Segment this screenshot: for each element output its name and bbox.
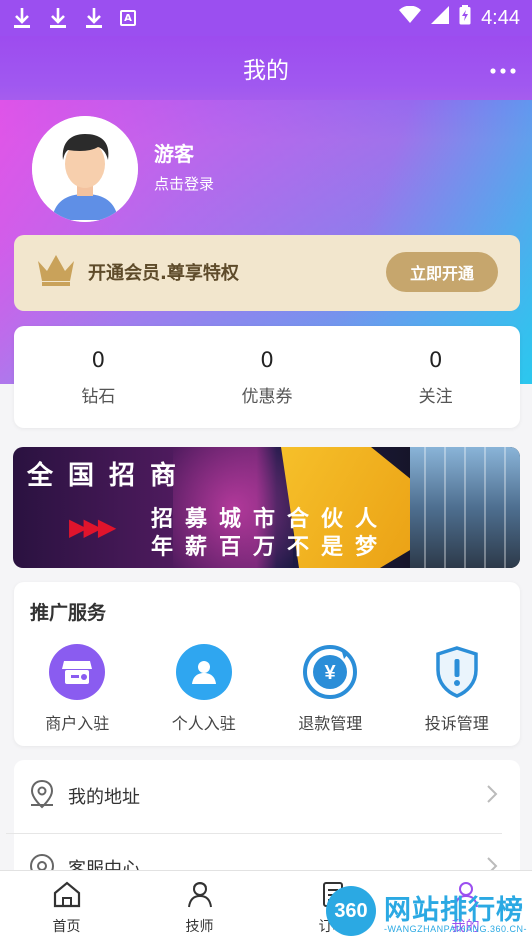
vip-text: 开通会员.尊享特权 [88, 263, 239, 284]
menu-item-address[interactable]: 我的地址 [14, 760, 520, 832]
triple-arrow-icon: ▶▶▶ [69, 513, 116, 541]
watermark-logo: 360 [326, 886, 376, 936]
promo-banner[interactable]: 全国招商 ▶▶▶ 招募城市合伙人 年薪百万不是梦 [13, 447, 520, 568]
nav-bar: 我的 [0, 36, 532, 100]
signal-icon [431, 6, 450, 30]
avatar[interactable] [32, 116, 138, 222]
crown-icon [36, 253, 76, 291]
svg-text:¥: ¥ [325, 662, 337, 684]
download-icon [84, 6, 104, 30]
font-a-icon: A [120, 10, 136, 26]
item-label: 商户入驻 [45, 714, 110, 733]
status-time: 4:44 [481, 6, 520, 29]
stat-value: 0 [260, 347, 274, 372]
tab-home[interactable]: 首页 [0, 871, 133, 944]
item-label: 退款管理 [298, 714, 363, 733]
stat-following[interactable]: 0 关注 [351, 326, 520, 428]
vip-card[interactable]: 开通会员.尊享特权 立即开通 [14, 235, 520, 311]
menu-label: 我的地址 [68, 787, 140, 808]
banner-title: 全国招商 [27, 461, 192, 491]
watermark-text: 网站排行榜 [384, 895, 524, 926]
divider [6, 833, 502, 834]
tab-technician[interactable]: 技师 [133, 871, 266, 944]
store-icon [49, 644, 106, 700]
item-label: 个人入驻 [171, 714, 236, 733]
watermark: 360 网站排行榜 -WANGZHANPAIHANG.360.CN- [322, 880, 532, 944]
complaint-shield-icon [428, 644, 485, 700]
stat-value: 0 [428, 347, 443, 372]
home-icon [52, 880, 82, 912]
promo-services-card: 推广服务 商户入驻 个人入驻 ¥ 退款管理 投诉管理 [14, 582, 520, 746]
refund-icon: ¥ [302, 644, 359, 700]
stat-label: 钻石 [81, 386, 116, 407]
user-name: 游客 [154, 142, 194, 166]
tab-label: 首页 [52, 918, 81, 935]
status-bar: A 4:44 [0, 0, 532, 36]
banner-line2: 年薪百万不是梦 [151, 535, 390, 560]
personal-entry-item[interactable]: 个人入驻 [141, 644, 268, 734]
download-icon [48, 6, 68, 30]
activate-vip-button[interactable]: 立即开通 [386, 252, 498, 292]
stat-label: 优惠券 [241, 386, 293, 407]
tab-label: 技师 [185, 918, 214, 935]
person-icon [175, 644, 232, 700]
stat-coupons[interactable]: 0 优惠券 [183, 326, 352, 428]
location-icon [28, 779, 56, 813]
stats-card: 0 钻石 0 优惠券 0 关注 [14, 326, 520, 428]
more-dots-icon[interactable] [490, 58, 516, 78]
banner-building-image [410, 447, 520, 568]
battery-icon [459, 5, 471, 31]
stat-label: 关注 [418, 386, 453, 407]
item-label: 投诉管理 [424, 714, 489, 733]
technician-icon [185, 880, 215, 912]
refund-management-item[interactable]: ¥ 退款管理 [267, 644, 394, 734]
page-title: 我的 [243, 58, 289, 84]
merchant-entry-item[interactable]: 商户入驻 [14, 644, 141, 734]
wifi-icon [399, 5, 422, 30]
login-link[interactable]: 点击登录 [154, 173, 214, 194]
complaint-management-item[interactable]: 投诉管理 [394, 644, 521, 734]
stat-value: 0 [91, 347, 106, 372]
stat-diamond[interactable]: 0 钻石 [14, 326, 183, 428]
section-title: 推广服务 [30, 602, 107, 624]
chevron-right-icon [486, 784, 498, 808]
watermark-subtext: -WANGZHANPAIHANG.360.CN- [384, 924, 528, 934]
download-icon [12, 6, 32, 30]
